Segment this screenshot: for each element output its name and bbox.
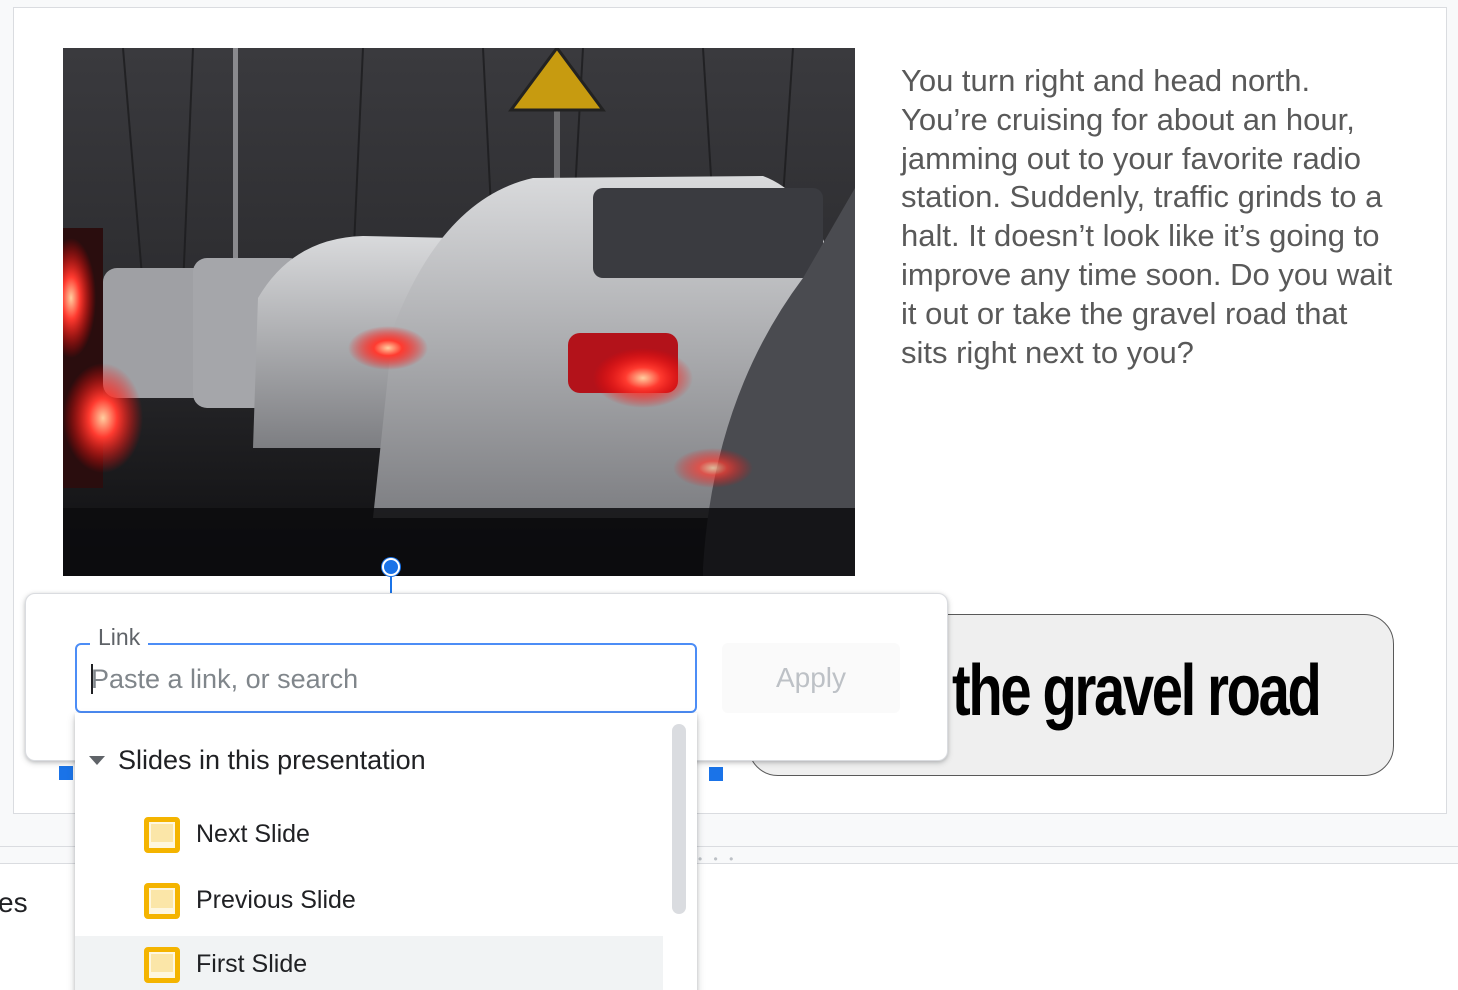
link-field-label: Link xyxy=(90,624,149,651)
link-input[interactable] xyxy=(91,661,681,697)
resize-handle-bottom-left[interactable] xyxy=(59,766,73,780)
link-suggestions-dropdown: Slides in this presentation Next Slide P… xyxy=(75,713,697,990)
link-option-next-slide[interactable]: Next Slide xyxy=(75,806,663,864)
traffic-photo[interactable] xyxy=(63,48,855,576)
gravel-road-choice-label: the gravel road xyxy=(952,651,1322,731)
text-caret xyxy=(91,664,93,694)
rotation-handle[interactable] xyxy=(382,558,400,576)
slides-editor: You turn right and head north. You’re cr… xyxy=(0,0,1458,990)
link-field[interactable] xyxy=(75,643,697,713)
apply-button[interactable]: Apply xyxy=(722,643,900,713)
slide-icon xyxy=(144,883,180,919)
link-option-previous-slide[interactable]: Previous Slide xyxy=(75,872,663,930)
slide-icon xyxy=(144,817,180,853)
dropdown-scrollbar[interactable] xyxy=(672,724,686,914)
speaker-notes-text: es xyxy=(0,887,28,918)
link-option-label: Previous Slide xyxy=(196,886,356,914)
slide-icon xyxy=(144,947,180,983)
link-option-label: First Slide xyxy=(196,950,308,978)
link-option-first-slide[interactable]: First Slide xyxy=(75,936,663,990)
section-label: Slides in this presentation xyxy=(118,745,426,775)
section-slides-in-presentation[interactable]: Slides in this presentation xyxy=(75,739,665,783)
traffic-photo-illustration xyxy=(63,48,855,576)
resize-handle-bottom-right[interactable] xyxy=(708,766,724,782)
caret-down-icon[interactable] xyxy=(89,756,105,765)
story-text[interactable]: You turn right and head north. You’re cr… xyxy=(901,62,1401,372)
link-option-label: Next Slide xyxy=(196,820,310,848)
